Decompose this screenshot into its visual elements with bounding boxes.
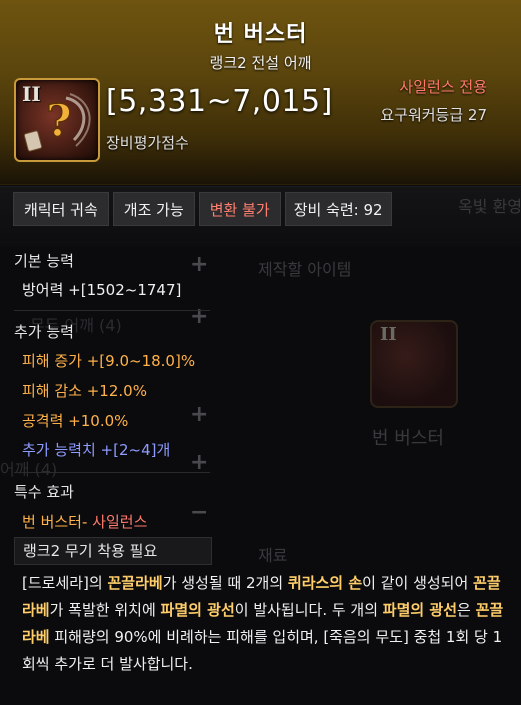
basic-ability-heading: 기본 능력: [14, 252, 74, 270]
effect-separator: -: [81, 513, 88, 531]
extra-stat-damage-reduction: 피해 감소 +12.0%: [22, 382, 147, 400]
weapon-requirement: 랭크2 무기 착용 필요: [14, 537, 212, 565]
desc-text: 의: [88, 574, 108, 592]
desc-text: 이 같이 생성되어: [362, 574, 474, 592]
desc-text: 피해량의 90%에 비례하는 피해를 입히며, [죽음의 무도] 중첩 1회 당…: [22, 628, 503, 673]
special-effect-description: [드로세라]의 꼰끌라베가 생성될 때 2개의 퀴라스의 손이 같이 생성되어 …: [22, 570, 512, 678]
tag-character-bound: 캐릭터 귀속: [13, 192, 109, 226]
desc-keyword: 파멸의 광선: [382, 601, 458, 619]
tag-modifiable: 개조 가능: [112, 192, 195, 226]
tooltip-header: 번 버스터 랭크2 전설 어깨 II ? [5,331~7,015] 장비평가점…: [0, 0, 521, 185]
extra-stat-damage-increase: 피해 증가 +[9.0~18.0]%: [22, 352, 196, 370]
defense-stat: 방어력 +[1502~1747]: [22, 281, 182, 299]
tag-equipment-mastery: 장비 숙련: 92: [284, 192, 392, 226]
effect-name: 번 버스터: [22, 513, 82, 531]
desc-text: 은: [457, 601, 476, 619]
special-effect-title: 번 버스터- 사일런스: [22, 511, 147, 532]
equipment-score-label: 장비평가점수: [106, 134, 189, 152]
divider: [14, 310, 210, 311]
desc-keyword: 퀴라스의 손: [287, 574, 363, 592]
extra-ability-heading: 추가 능력: [14, 323, 74, 341]
item-title: 번 버스터: [213, 22, 308, 47]
extra-stat-attack: 공격력 +10.0%: [22, 412, 129, 430]
desc-text: 가 폭발한 위치에: [49, 601, 161, 619]
desc-text: 가 생성될 때 2개의: [162, 574, 288, 592]
item-tag-row: 캐릭터 귀속 개조 가능 변환 불가 장비 숙련: 92: [13, 192, 392, 226]
required-level: 요구워커등급 27: [380, 106, 487, 124]
equipment-score: [5,331~7,015]: [106, 84, 333, 119]
desc-keyword: 꼰끌라베: [107, 574, 163, 592]
question-mark-icon: ?: [23, 93, 91, 152]
class-restriction: 사일런스 전용: [399, 78, 487, 96]
rank2-shoulder-item-icon: II ?: [14, 78, 100, 162]
effect-class: 사일런스: [92, 513, 148, 531]
desc-text: 이 발사됩니다. 두 개의: [234, 601, 383, 619]
extra-stat-bonus-count: 추가 능력치 +[2~4]개: [22, 441, 171, 459]
tag-not-convertible: 변환 불가: [198, 192, 281, 226]
svg-text:?: ?: [46, 96, 72, 147]
divider: [14, 472, 210, 473]
item-subtitle: 랭크2 전설 어깨: [209, 54, 312, 72]
desc-text: [드로세라]: [22, 574, 89, 592]
tooltip-body: 캐릭터 귀속 개조 가능 변환 불가 장비 숙련: 92 기본 능력 방어력 +…: [0, 184, 521, 705]
desc-keyword: 파멸의 광선: [160, 601, 235, 619]
special-effect-heading: 특수 효과: [14, 483, 74, 501]
